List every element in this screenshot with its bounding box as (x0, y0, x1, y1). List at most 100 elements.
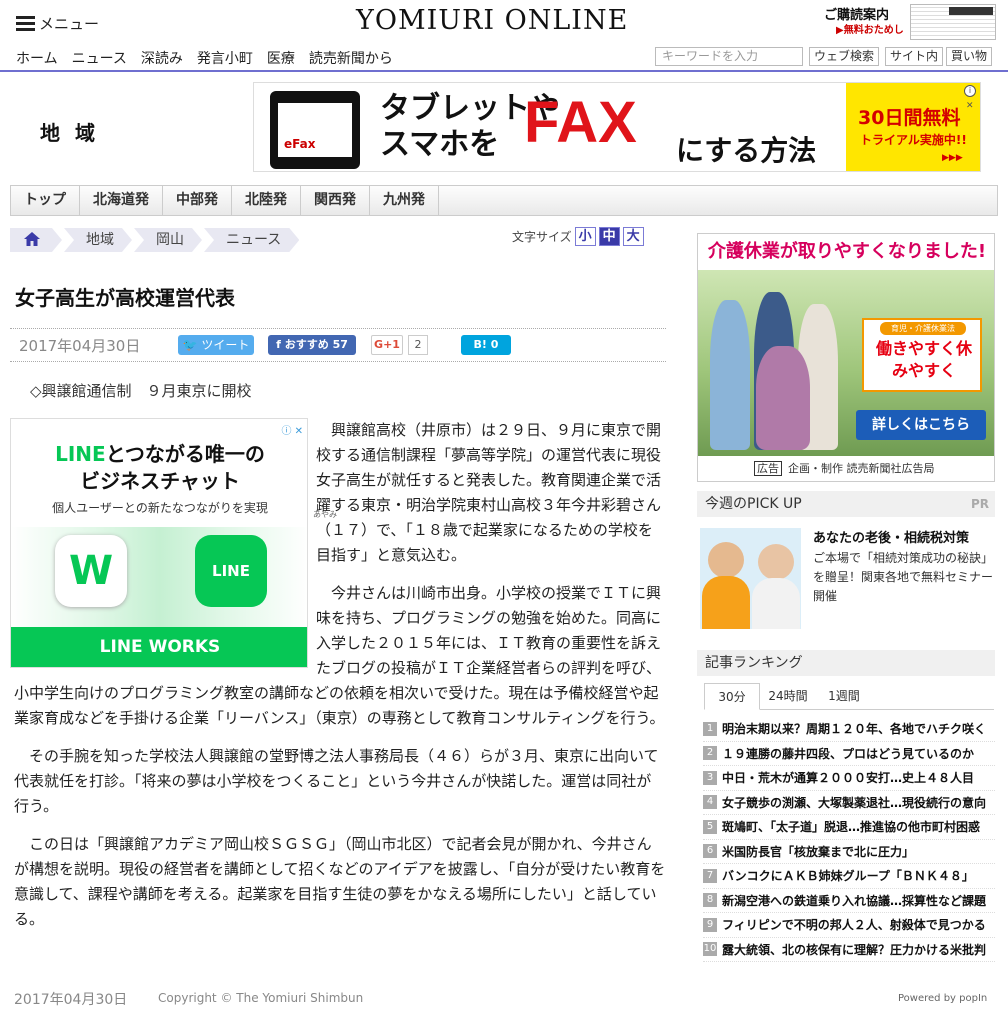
powered-by-popin[interactable]: Powered by popIn (898, 993, 987, 1004)
menu-button[interactable]: メニュー (16, 13, 99, 34)
line-ad-headline-rest: とつながる唯一の (105, 442, 265, 466)
line-ad-sub: 個人ユーザーとの新たなつながりを実現 (52, 501, 268, 515)
facebook-button[interactable]: f おすすめ 57 (268, 335, 356, 355)
region-tab-hokuriku[interactable]: 北陸発 (232, 186, 301, 215)
pickup-title[interactable]: あなたの老後・相続税対策 (813, 527, 969, 546)
ranking-tabs: 30分 24時間 1週間 (704, 683, 994, 710)
ranking-item-title: バンコクにＡＫＢ姉妹グループ「ＢＮＫ４８」 (722, 869, 974, 884)
nav-fukayomi[interactable]: 深読み (141, 48, 183, 68)
ranking-item[interactable]: 10 露大統領、北の核保有に理解？圧力かける米批判 (703, 938, 995, 962)
divider (10, 328, 666, 329)
breadcrumb-region[interactable]: 地域 (64, 228, 132, 252)
ad-offer-box: 30日間無料 トライアル実施中!! ▶▶▶ (846, 83, 980, 171)
rank-number: 5 (703, 819, 717, 834)
footer-date: 2017年04月30日 (14, 992, 128, 1008)
site-search-button[interactable]: サイト内 (885, 47, 944, 66)
ranking-item-title: 明治末期以来？周期１２０年、各地でハチク咲く (722, 722, 987, 737)
article-title: 女子高生が高校運営代表 (15, 286, 235, 310)
care-ad-more-button[interactable]: 詳しくはこちら (856, 410, 986, 440)
region-tabs: トップ 北海道発 中部発 北陸発 関西発 九州発 (10, 185, 998, 216)
care-ad-credit: 広告 企画・制作 読売新聞社広告局 (754, 460, 935, 476)
ad-tail-text: にする方法 (676, 134, 817, 167)
ranking-item[interactable]: 9 フィリピンで不明の邦人２人、射殺体で見つかる (703, 913, 995, 938)
font-size-small[interactable]: 小 (574, 227, 596, 246)
care-leave-ad[interactable]: 介護休業が取りやすくなりました! 育児・介護休業法 働きやすく休みやすく 詳しく… (697, 233, 995, 482)
line-works-ad[interactable]: ⓘ ✕ LINEとつながる唯一の ビジネスチャット 個人ユーザーとの新たなつなが… (10, 418, 308, 668)
pr-label: PR (970, 497, 989, 511)
font-size-label: 文字サイズ (512, 230, 572, 244)
tablet-illustration: eFax (270, 91, 360, 169)
ranking-item[interactable]: 8 新潟空港への鉄道乗り入れ協議…採算性など課題 (703, 889, 995, 913)
ranking-tab-24h[interactable]: 24時間 (760, 683, 816, 710)
region-tab-kansai[interactable]: 関西発 (301, 186, 370, 215)
region-tab-chubu[interactable]: 中部発 (163, 186, 232, 215)
home-icon (24, 232, 40, 246)
nav-komachi[interactable]: 発言小町 (197, 48, 253, 68)
article-paragraph: この日は「興譲館アカデミア岡山校ＳＧＳＧ」（岡山市北区）で記者会見が開かれ、今井… (14, 835, 666, 928)
hatena-button[interactable]: B! 0 (461, 335, 511, 355)
search-input[interactable]: キーワードを入力 (655, 47, 803, 66)
pickup-desc[interactable]: ご本場で「相続対策成功の秘訣」を贈呈！関東各地で無料セミナー開催 (813, 549, 993, 606)
ruby-reading: あやみ (313, 510, 337, 519)
care-ad-badge-text: 働きやすく休みやすく (875, 339, 972, 380)
nav-iryo[interactable]: 医療 (267, 48, 295, 68)
ad-offer-line1: 30日間無料 (858, 107, 961, 129)
adchoices-icon[interactable]: ⓘ ✕ (281, 422, 303, 437)
tweet-label: ツイート (201, 338, 250, 352)
subscribe-link[interactable]: ご購読案内 ▶無料おためし (824, 8, 904, 38)
line-ad-headline-green: LINE (55, 442, 106, 466)
shopping-button[interactable]: 買い物 (946, 47, 993, 66)
article-date: 2017年04月30日 (19, 337, 141, 355)
ranking-item[interactable]: 1 明治末期以来？周期１２０年、各地でハチク咲く (703, 717, 995, 742)
rank-number: 4 (703, 795, 717, 810)
gplus-button[interactable]: G+1 (371, 335, 403, 355)
ad-tag: 広告 (754, 461, 782, 476)
region-tab-kyushu[interactable]: 九州発 (370, 186, 439, 215)
rank-number: 9 (703, 917, 717, 932)
ranking-item-title: 斑鳩町、「太子道」脱退…推進協の他市町村困惑 (722, 820, 981, 835)
facebook-icon: f (276, 338, 281, 351)
care-ad-title: 介護休業が取りやすくなりました! (707, 241, 987, 262)
region-tab-hokkaido[interactable]: 北海道発 (80, 186, 163, 215)
region-tab-top[interactable]: トップ (11, 186, 80, 215)
ad-info-icon[interactable]: i (964, 85, 976, 97)
rank-number: 2 (703, 746, 717, 761)
hamburger-icon (16, 16, 35, 31)
tweet-button[interactable]: 🐦 ツイート (178, 335, 254, 355)
ranking-item[interactable]: 2 １９連勝の藤井四段、プロはどう見ているのか (703, 742, 995, 766)
pickup-header-label: 今週のPICK UP (705, 496, 802, 512)
ranking-item[interactable]: 4 女子競歩の渕瀬、大塚製薬退社…現役続行の意向 (703, 791, 995, 815)
breadcrumb-okayama[interactable]: 岡山 (134, 228, 202, 252)
ranking-item[interactable]: 3 中日・荒木が通算２０００安打…史上４８人目 (703, 766, 995, 791)
article-lead: ◇興譲館通信制 ９月東京に開校 (30, 382, 252, 400)
breadcrumb-home[interactable] (10, 228, 62, 252)
font-size-medium[interactable]: 中 (598, 227, 620, 246)
ranking-item-title: フィリピンで不明の邦人２人、射殺体で見つかる (722, 918, 986, 933)
breadcrumb: 地域 岡山 ニュース (10, 228, 301, 252)
font-size-control: 文字サイズ 小 中 大 (512, 227, 644, 246)
pickup-image[interactable] (700, 528, 801, 629)
rank-number: 6 (703, 844, 717, 859)
ranking-item[interactable]: 6 米国防長官「核放棄まで北に圧力」 (703, 840, 995, 864)
newspaper-thumbnail[interactable] (910, 4, 996, 40)
ranking-item[interactable]: 5 斑鳩町、「太子道」脱退…推進協の他市町村困惑 (703, 815, 995, 840)
rank-number: 3 (703, 770, 717, 785)
ad-close-icon[interactable]: ✕ (966, 101, 974, 111)
ranking-item-title: 女子競歩の渕瀬、大塚製薬退社…現役続行の意向 (722, 795, 987, 810)
ad-fax-text: FAX (524, 90, 637, 155)
web-search-button[interactable]: ウェブ検索 (809, 47, 880, 66)
font-size-large[interactable]: 大 (622, 227, 644, 246)
ranking-item[interactable]: 7 バンコクにＡＫＢ姉妹グループ「ＢＮＫ４８」 (703, 864, 995, 889)
nav-news[interactable]: ニュース (72, 48, 127, 68)
care-ad-badge-label: 育児・介護休業法 (880, 322, 966, 335)
breadcrumb-news[interactable]: ニュース (204, 228, 299, 252)
ranking-tab-30min[interactable]: 30分 (704, 683, 760, 710)
nav-yomiuri[interactable]: 読売新聞から (309, 48, 393, 68)
ranking-tab-week[interactable]: 1週間 (816, 683, 872, 710)
nav-home[interactable]: ホーム (16, 48, 58, 68)
facebook-label: おすすめ 57 (284, 338, 348, 351)
efax-banner-ad[interactable]: eFax タブレットや スマホを FAX にする方法 30日間無料 トライアル実… (253, 82, 981, 172)
rank-number: 8 (703, 893, 717, 908)
site-logo[interactable]: YOMIURI ONLINE (356, 5, 628, 36)
ranking-header: 記事ランキング (697, 650, 995, 676)
